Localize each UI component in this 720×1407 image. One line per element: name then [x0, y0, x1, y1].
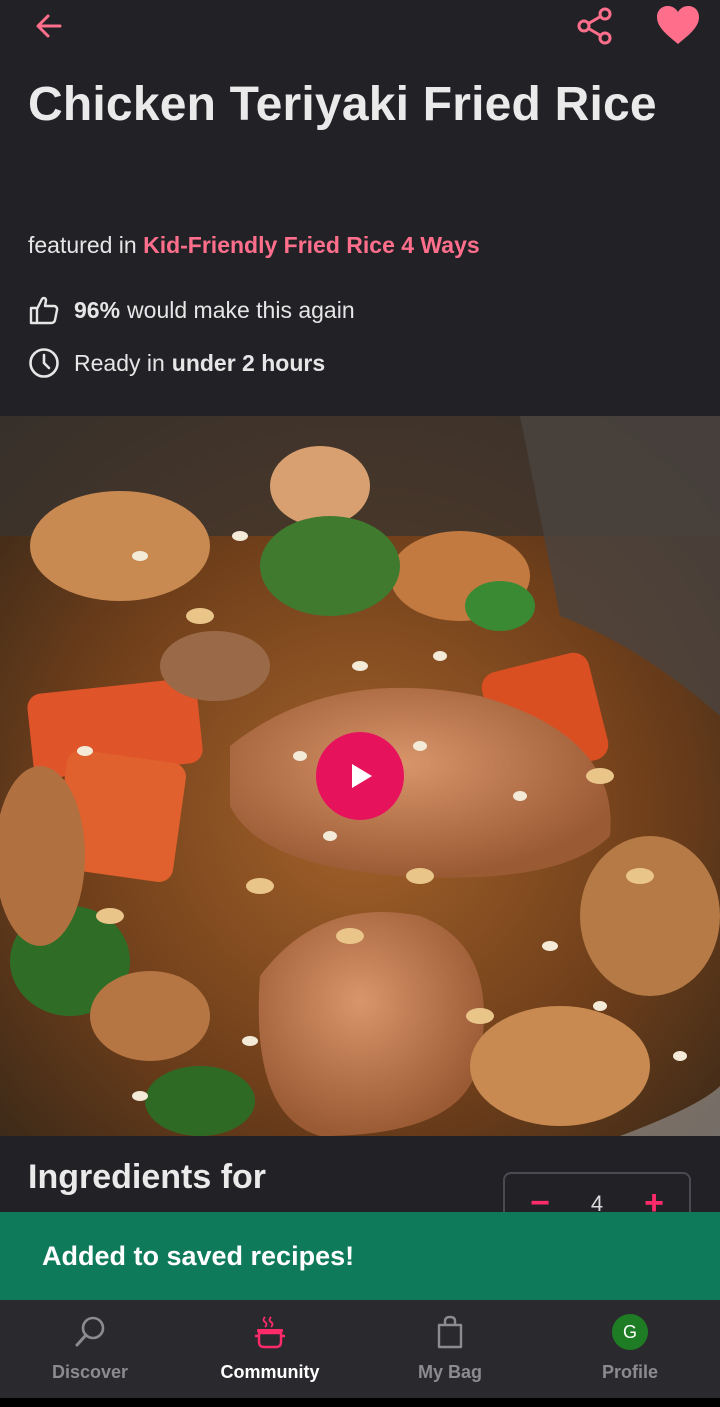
top-bar — [0, 0, 720, 60]
toast-message: Added to saved recipes! — [42, 1240, 355, 1271]
nav-my-bag[interactable]: My Bag — [360, 1300, 540, 1398]
featured-prefix: featured in — [28, 232, 137, 258]
ready-time-row: Ready in under 2 hours — [28, 347, 332, 379]
rating-percent: 96% — [74, 296, 121, 323]
thumbs-up-icon — [28, 294, 60, 326]
share-button[interactable] — [568, 2, 622, 50]
share-icon — [577, 7, 612, 45]
rating-row: 96% would make this again — [28, 294, 355, 326]
ready-duration: under 2 hours — [171, 349, 326, 376]
recipe-video-thumbnail[interactable] — [0, 416, 720, 1136]
nav-profile[interactable]: G Profile — [540, 1300, 720, 1398]
shopping-bag-icon — [432, 1314, 468, 1350]
avatar: G — [612, 1314, 648, 1350]
nav-community-label: Community — [220, 1362, 320, 1382]
avatar-initial: G — [612, 1314, 648, 1350]
nav-profile-label: Profile — [601, 1362, 658, 1382]
saved-toast: Added to saved recipes! — [0, 1212, 720, 1300]
cooking-pot-icon — [252, 1314, 288, 1350]
nav-community[interactable]: Community — [180, 1300, 360, 1398]
play-button[interactable] — [316, 732, 404, 820]
system-nav-strip — [0, 1398, 720, 1407]
recipe-title: Chicken Teriyaki Fried Rice — [28, 78, 657, 131]
featured-collection-link[interactable]: Kid-Friendly Fried Rice 4 Ways — [143, 232, 480, 258]
nav-discover-label: Discover — [51, 1362, 129, 1382]
search-icon — [72, 1314, 108, 1350]
heart-icon — [657, 6, 699, 44]
featured-in: featured in Kid-Friendly Fried Rice 4 Wa… — [28, 232, 480, 259]
clock-icon — [28, 347, 60, 379]
arrow-left-icon — [36, 14, 62, 38]
play-icon — [352, 764, 372, 788]
ingredients-heading: Ingredients for — [28, 1158, 267, 1196]
back-button[interactable] — [22, 2, 76, 50]
favorite-button[interactable] — [650, 0, 706, 50]
bottom-navigation: Discover Community My Bag G Profile — [0, 1300, 720, 1398]
rating-text: would make this again — [127, 296, 355, 323]
nav-my-bag-label: My Bag — [417, 1362, 482, 1382]
nav-discover[interactable]: Discover — [0, 1300, 180, 1398]
ready-prefix: Ready in — [74, 349, 165, 376]
